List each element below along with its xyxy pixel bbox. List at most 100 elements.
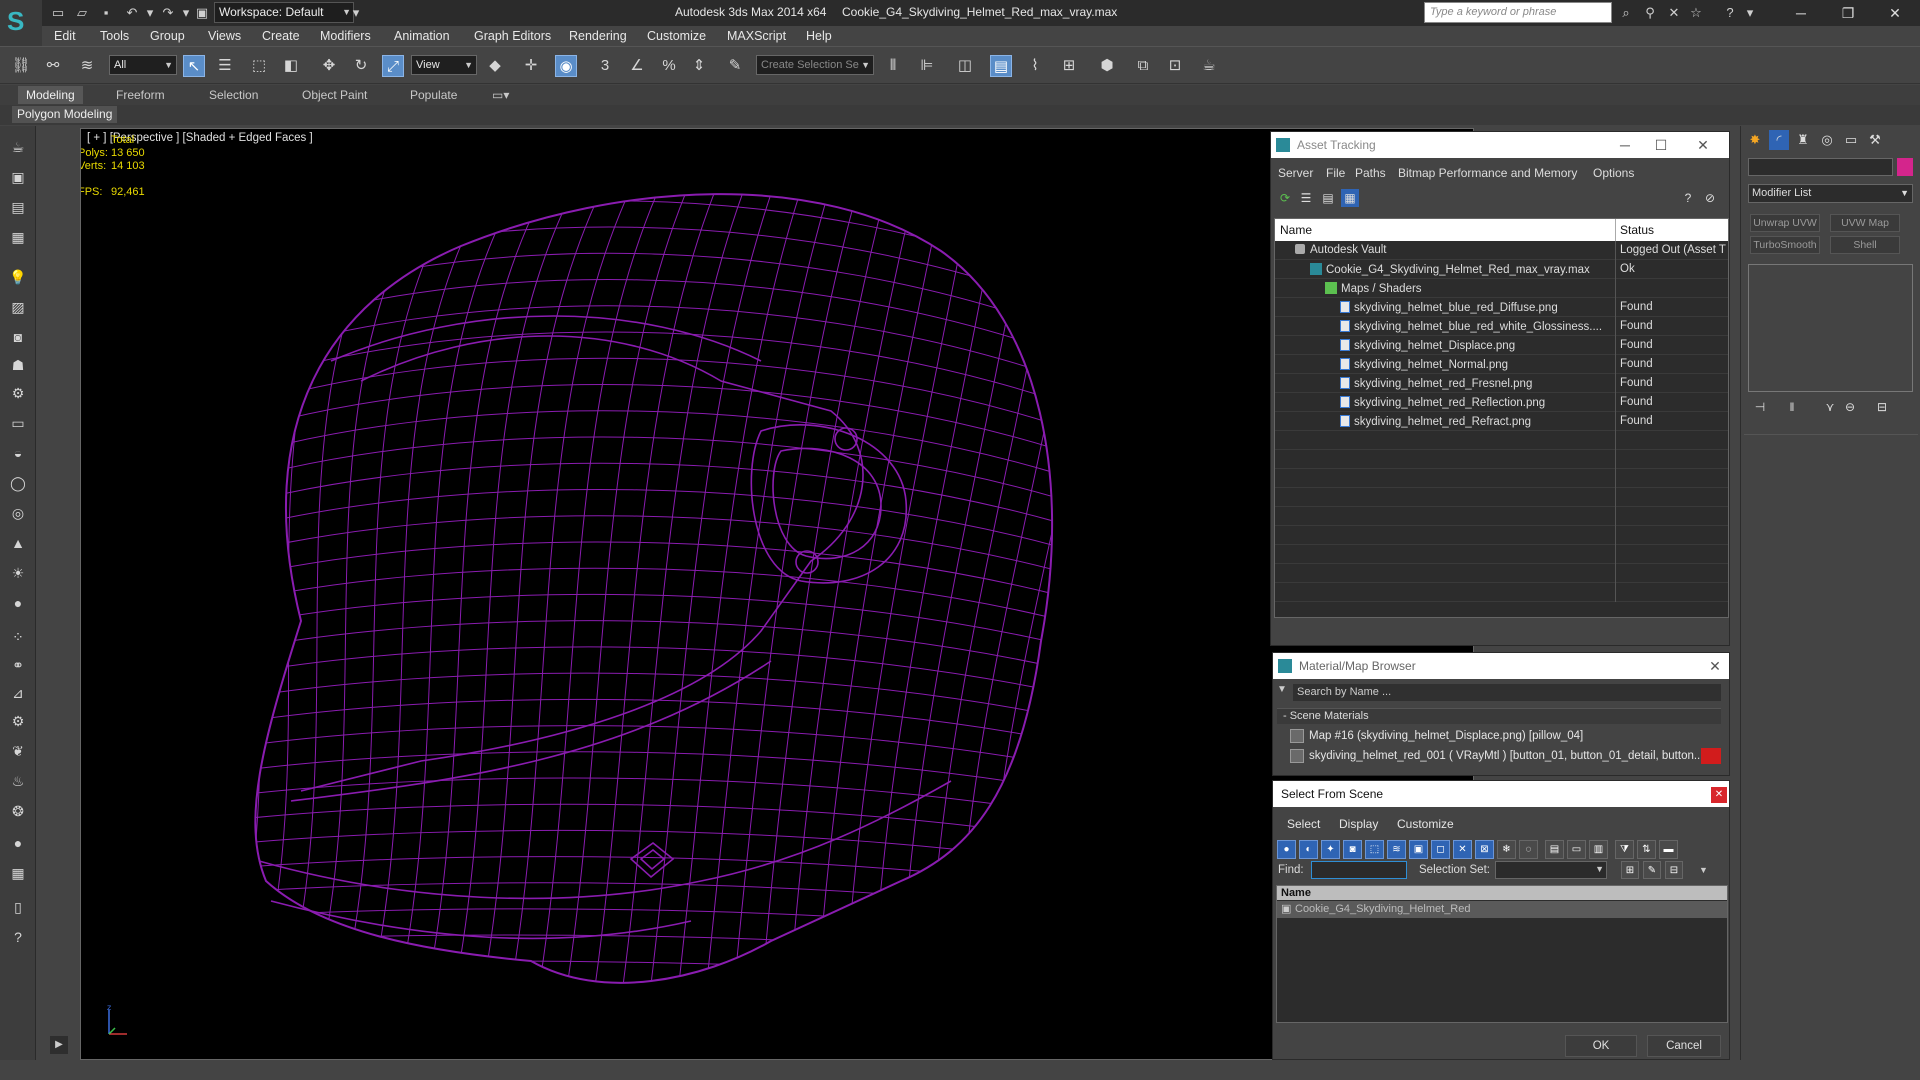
select-manipulate-icon[interactable]: ✛ [520,55,542,77]
table-icon[interactable]: ▦ [7,862,29,884]
display-bones-icon[interactable]: ✕ [1453,840,1472,859]
menu-select[interactable]: Select [1287,817,1320,831]
menu-edit[interactable]: Edit [54,29,76,43]
table-row[interactable] [1275,507,1728,526]
modify-tab-icon[interactable]: ◜ [1769,130,1789,150]
detail-view-icon[interactable]: ▤ [1319,189,1337,207]
table-row[interactable] [1275,488,1728,507]
menu-server[interactable]: Server [1278,166,1313,180]
scene-materials-section[interactable]: - Scene Materials [1277,708,1721,724]
tab-populate[interactable]: Populate [402,86,465,104]
select-invert-icon[interactable]: ▥ [1589,840,1608,859]
table-row[interactable] [1275,545,1728,564]
measure-icon[interactable]: ⊿ [7,682,29,704]
select-none-icon[interactable]: ▭ [1567,840,1586,859]
browser-options-icon[interactable]: ▼ [1277,684,1287,695]
column-name[interactable]: Name [1280,223,1312,237]
plane-icon[interactable]: ▭ [7,412,29,434]
mobile-icon[interactable]: ▯ [7,896,29,918]
filter-icon[interactable]: ⧩ [1615,840,1634,859]
favorites-star-icon[interactable]: ☆ [1686,3,1706,23]
dynamics-icon[interactable]: ⚭ [7,654,29,676]
uvw-map-button[interactable]: UVW Map [1830,214,1900,232]
select-object-icon[interactable]: ↖ [183,55,205,77]
menu-maxscript[interactable]: MAXScript [727,29,786,43]
object-color-swatch[interactable] [1897,158,1913,176]
named-selection-set-dropdown[interactable]: Create Selection Se ▼ [756,55,874,75]
menu-help[interactable]: Help [806,29,832,43]
reference-coordinate-dropdown[interactable]: View ▼ [411,55,477,75]
display-tab-icon[interactable]: ▭ [1841,130,1861,150]
material-editor-icon[interactable]: ⬢ [1096,55,1118,77]
menu-paths[interactable]: Paths [1355,166,1386,180]
modifier-list-dropdown[interactable]: Modifier List ▼ [1748,184,1913,203]
menu-tools[interactable]: Tools [100,29,129,43]
customize-quick-access-icon[interactable]: ▾ [346,3,366,23]
motion-tab-icon[interactable]: ◎ [1817,130,1837,150]
keyboard-shortcut-override-icon[interactable]: ◉ [555,55,577,77]
subscription-icon[interactable]: ⚲ [1640,3,1660,23]
hierarchy-tab-icon[interactable]: ♜ [1793,130,1813,150]
material-item[interactable]: Map #16 (skydiving_helmet_Displace.png) … [1287,727,1721,745]
menu-modifiers[interactable]: Modifiers [320,29,371,43]
menu-rendering[interactable]: Rendering [569,29,627,43]
ok-button[interactable]: OK [1565,1035,1637,1057]
selection-set-edit-icon[interactable]: ✎ [1643,861,1661,879]
dialog-maximize-button[interactable]: ☐ [1647,134,1675,156]
table-row[interactable]: Maps / Shaders [1275,279,1728,298]
table-row[interactable] [1275,526,1728,545]
create-tab-icon[interactable]: ✸ [1745,130,1765,150]
menu-bitmap-performance[interactable]: Bitmap Performance and Memory [1398,166,1577,180]
robot-icon[interactable]: ☗ [7,354,29,376]
gear-icon[interactable]: ⚙ [7,710,29,732]
table-row[interactable]: Cookie_G4_Skydiving_Helmet_Red_max_vray.… [1275,260,1728,279]
selection-filter-dropdown[interactable]: All ▼ [109,55,177,75]
pin-stack-icon[interactable]: ⊣ [1751,398,1769,416]
table-row[interactable] [1275,564,1728,583]
window-crossing-icon[interactable]: ◧ [280,55,302,77]
spinner-snap-icon[interactable]: ⇕ [688,55,710,77]
column-name[interactable]: Name [1277,886,1727,900]
display-containers-icon[interactable]: ⊠ [1475,840,1494,859]
object-name-field[interactable] [1748,158,1893,176]
torus-icon[interactable]: ◎ [7,502,29,524]
menu-group[interactable]: Group [150,29,185,43]
rectangular-selection-icon[interactable]: ⬚ [248,55,270,77]
tab-freeform[interactable]: Freeform [108,86,173,104]
render-production-icon[interactable]: ☕ [1198,55,1220,77]
ball-icon[interactable]: ● [7,592,29,614]
align-icon[interactable]: ⊫ [916,55,938,77]
curve-editor-icon[interactable]: ⌇ [1024,55,1046,77]
table-row[interactable] [1275,469,1728,488]
selection-set-dropdown[interactable]: ▼ [1495,861,1607,879]
redo-icon[interactable]: ↷ [158,3,178,23]
menu-options[interactable]: Options [1593,166,1634,180]
network-icon[interactable]: ⚙ [7,382,29,404]
menu-file[interactable]: File [1326,166,1345,180]
table-row[interactable]: skydiving_helmet_Normal.png Found [1275,355,1728,374]
undo-icon[interactable]: ↶ [122,3,142,23]
ribbon-options-icon[interactable]: ▭▾ [484,86,517,104]
sun-icon[interactable]: ☀ [7,562,29,584]
table-row[interactable]: skydiving_helmet_blue_red_white_Glossine… [1275,317,1728,336]
menu-create[interactable]: Create [262,29,300,43]
table-row[interactable]: Autodesk Vault Logged Out (Asset T [1275,241,1728,260]
teapot-icon[interactable]: ☕ [7,136,29,158]
table-row[interactable]: skydiving_helmet_red_Fresnel.png Found [1275,374,1728,393]
texture-icon[interactable]: ▨ [7,296,29,318]
workspace-dropdown[interactable]: Workspace: Default ▼ [214,2,354,23]
table-view-icon[interactable]: ▦ [1341,189,1359,207]
display-spacewarps-icon[interactable]: ≋ [1387,840,1406,859]
configure-modifier-sets-icon[interactable]: ⊟ [1873,398,1891,416]
collapse-icon[interactable]: ▬ [1659,840,1678,859]
percent-snap-icon[interactable]: % [658,55,680,77]
unlink-selection-icon[interactable]: ⚯ [42,55,64,77]
keyword-search-input[interactable]: Type a keyword or phrase [1424,2,1612,23]
particles-icon[interactable]: ⁘ [7,626,29,648]
display-shapes-icon[interactable]: ◐ [1299,840,1318,859]
show-end-result-icon[interactable]: ‖ [1783,398,1801,416]
hemisphere-icon[interactable]: ◒ [7,442,29,464]
graphite-ribbon-toggle-icon[interactable]: ▤ [990,55,1012,77]
scene-object-row[interactable]: ▣ Cookie_G4_Skydiving_Helmet_Red [1277,901,1727,918]
polygon-modeling-panel[interactable]: Polygon Modeling [12,106,118,123]
